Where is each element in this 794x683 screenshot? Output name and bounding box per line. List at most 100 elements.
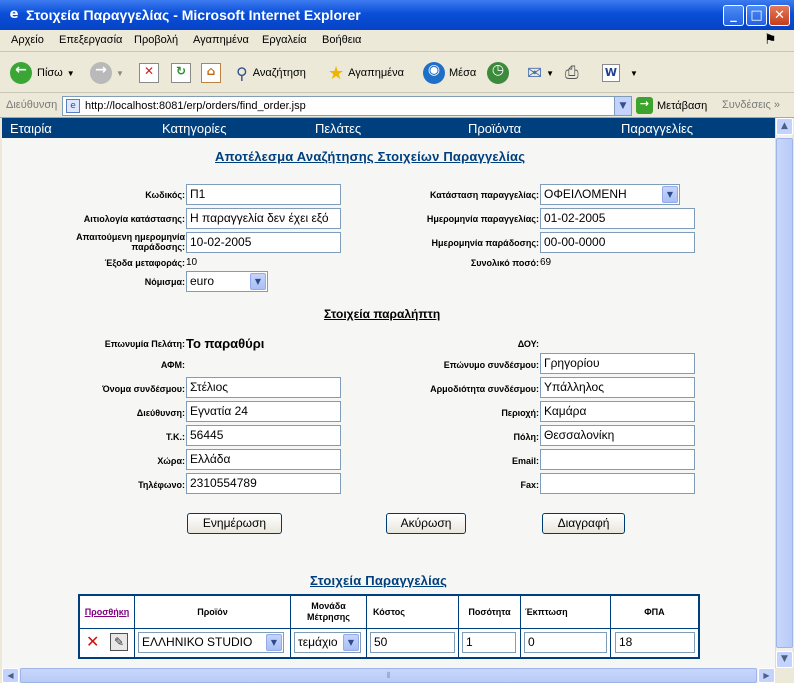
menu-edit[interactable]: Επεξεργασία <box>59 34 122 46</box>
add-item-link[interactable]: Προσθήκη <box>85 607 130 618</box>
minimize-button[interactable]: _ <box>723 5 744 26</box>
page-title: Αποτέλεσμα Αναζήτησης Στοιχείων Παραγγελ… <box>215 149 526 164</box>
menu-tools[interactable]: Εργαλεία <box>262 34 307 46</box>
customer-name-label: Επωνυμία Πελάτη: <box>104 339 185 349</box>
area-input[interactable]: Καμάρα <box>540 401 695 422</box>
chevron-down-icon[interactable]: ▼ <box>614 97 631 115</box>
table-cell-discount: 0 <box>521 628 611 657</box>
address-url: http://localhost:8081/erp/orders/find_or… <box>85 100 306 112</box>
horizontal-scroll-thumb[interactable]: ⦀ <box>20 668 757 683</box>
address-input[interactable]: e http://localhost:8081/erp/orders/find_… <box>62 96 632 116</box>
cost-input[interactable]: 50 <box>370 632 455 653</box>
delivery-date-input[interactable]: 00-00-0000 <box>540 232 695 253</box>
nav-company[interactable]: Εταιρία <box>10 121 52 136</box>
refresh-button[interactable]: ↻ <box>171 61 191 85</box>
menu-favorites[interactable]: Αγαπημένα <box>193 34 249 46</box>
discount-header-text: Έκπτωση <box>525 606 568 617</box>
scroll-right-icon[interactable]: ▶ <box>758 668 775 683</box>
order-date-input[interactable]: 01-02-2005 <box>540 208 695 229</box>
history-button[interactable]: ◷ <box>487 61 509 85</box>
role-input[interactable]: Υπάλληλος <box>540 377 695 398</box>
update-button[interactable]: Ενημέρωση <box>187 513 282 534</box>
scroll-left-icon[interactable]: ◀ <box>2 668 19 683</box>
browser-window: e Στοιχεία Παραγγελίας - Microsoft Inter… <box>0 0 794 683</box>
ie-logo-icon: e <box>9 7 19 22</box>
links-label: Συνδέσεις <box>722 99 771 111</box>
close-button[interactable]: ✕ <box>769 5 790 26</box>
media-button[interactable]: ◉ Μέσα <box>423 61 476 85</box>
vertical-scroll-thumb[interactable] <box>776 138 793 648</box>
search-button[interactable]: ⚲ Αναζήτηση <box>236 61 306 85</box>
forward-button[interactable]: → ▼ <box>90 61 124 85</box>
maximize-button[interactable]: □ <box>746 5 767 26</box>
code-input[interactable]: Π1 <box>186 184 341 205</box>
qty-input[interactable]: 1 <box>462 632 516 653</box>
fax-label: Fax: <box>520 480 539 490</box>
delivery-date-label: Ημερομηνία παράδοσης: <box>431 238 539 248</box>
country-input[interactable]: Ελλάδα <box>186 449 341 470</box>
address-field[interactable]: Εγνατία 24 <box>186 401 341 422</box>
nav-products[interactable]: Προϊόντα <box>468 121 521 136</box>
mail-button[interactable]: ✉ ▼ <box>527 61 554 85</box>
toolbar: ← Πίσω ▼ → ▼ ✕ ↻ ⌂ ⚲ Αναζήτηση ★ Αγαπημέ… <box>0 53 794 93</box>
contact-name-label: Όνομα συνδέσμου: <box>102 384 185 394</box>
favorites-button[interactable]: ★ Αγαπημένα <box>328 61 404 85</box>
forward-arrow-icon: → <box>90 62 112 84</box>
links-toolbar[interactable]: Συνδέσεις » <box>722 99 780 111</box>
nav-categories[interactable]: Κατηγορίες <box>162 121 226 136</box>
city-input[interactable]: Θεσσαλονίκη <box>540 425 695 446</box>
cancel-button[interactable]: Ακύρωση <box>386 513 466 534</box>
horizontal-scrollbar[interactable]: ◀ ⦀ ▶ <box>2 668 775 683</box>
role-label: Αρμοδιότητα συνδέσμου: <box>430 384 539 394</box>
qty-header-text: Ποσότητα <box>468 606 511 617</box>
menu-view[interactable]: Προβολή <box>134 34 178 46</box>
fax-input[interactable] <box>540 473 695 494</box>
scroll-up-icon[interactable]: ▲ <box>776 118 793 135</box>
scroll-down-icon[interactable]: ▼ <box>776 651 793 668</box>
contact-surname-input[interactable]: Γρηγορίου <box>540 353 695 374</box>
table-cell-cost: 50 <box>367 628 459 657</box>
discount-input[interactable]: 0 <box>524 632 607 653</box>
back-button[interactable]: ← Πίσω ▼ <box>10 61 75 85</box>
product-value: ΕΛΛΗΝΙΚΟ STUDIO <box>142 635 253 649</box>
delete-row-icon[interactable]: ✕ <box>86 632 99 651</box>
menu-file[interactable]: Αρχείο <box>11 34 44 46</box>
menu-help[interactable]: Βοήθεια <box>322 34 361 46</box>
edit-button[interactable]: W ▼ <box>602 61 638 85</box>
currency-label: Νόμισμα: <box>144 277 185 287</box>
edit-row-icon[interactable]: ✎ <box>110 633 128 651</box>
go-button[interactable]: → Μετάβαση <box>636 97 707 114</box>
chevron-down-icon: ▼ <box>250 273 266 290</box>
delete-button[interactable]: Διαγραφή <box>542 513 625 534</box>
nav-customers[interactable]: Πελάτες <box>315 121 361 136</box>
afm-label: ΑΦΜ: <box>160 360 185 370</box>
printer-icon: ⎙ <box>565 63 579 83</box>
home-button[interactable]: ⌂ <box>201 61 221 85</box>
product-select[interactable]: ΕΛΛΗΝΙΚΟ STUDIO ▼ <box>138 632 284 653</box>
reason-input[interactable]: Η παραγγελία δεν έχει εξό <box>186 208 341 229</box>
currency-select[interactable]: euro ▼ <box>186 271 268 292</box>
media-label: Μέσα <box>449 67 477 79</box>
req-date-input[interactable]: 10-02-2005 <box>186 232 341 253</box>
zip-input[interactable]: 56445 <box>186 425 341 446</box>
title-bar: e Στοιχεία Παραγγελίας - Microsoft Inter… <box>0 0 794 30</box>
unit-value: τεμάχιο <box>298 635 338 649</box>
vat-input[interactable]: 18 <box>615 632 695 653</box>
total-label: Συνολικό ποσό: <box>470 258 539 268</box>
address-label: Διεύθυνση <box>6 99 58 111</box>
contact-name-input[interactable]: Στέλιος <box>186 377 341 398</box>
table-cell-qty: 1 <box>459 628 521 657</box>
status-select[interactable]: ΟΦΕΙΛΟΜΕΝΗ ▼ <box>540 184 680 205</box>
vertical-scrollbar[interactable]: ▲ ▼ <box>775 118 793 668</box>
stop-button[interactable]: ✕ <box>139 61 159 85</box>
page-content: Εταιρία Κατηγορίες Πελάτες Προϊόντα Παρα… <box>2 118 775 668</box>
history-icon: ◷ <box>487 62 509 84</box>
mail-icon: ✉ <box>527 62 543 84</box>
product-header-text: Προϊόν <box>197 606 228 617</box>
nav-orders[interactable]: Παραγγελίες <box>621 121 693 136</box>
print-button[interactable]: ⎙ <box>565 61 579 85</box>
email-input[interactable] <box>540 449 695 470</box>
star-icon: ★ <box>328 62 345 84</box>
unit-select[interactable]: τεμάχιο ▼ <box>294 632 361 653</box>
phone-input[interactable]: 2310554789 <box>186 473 341 494</box>
